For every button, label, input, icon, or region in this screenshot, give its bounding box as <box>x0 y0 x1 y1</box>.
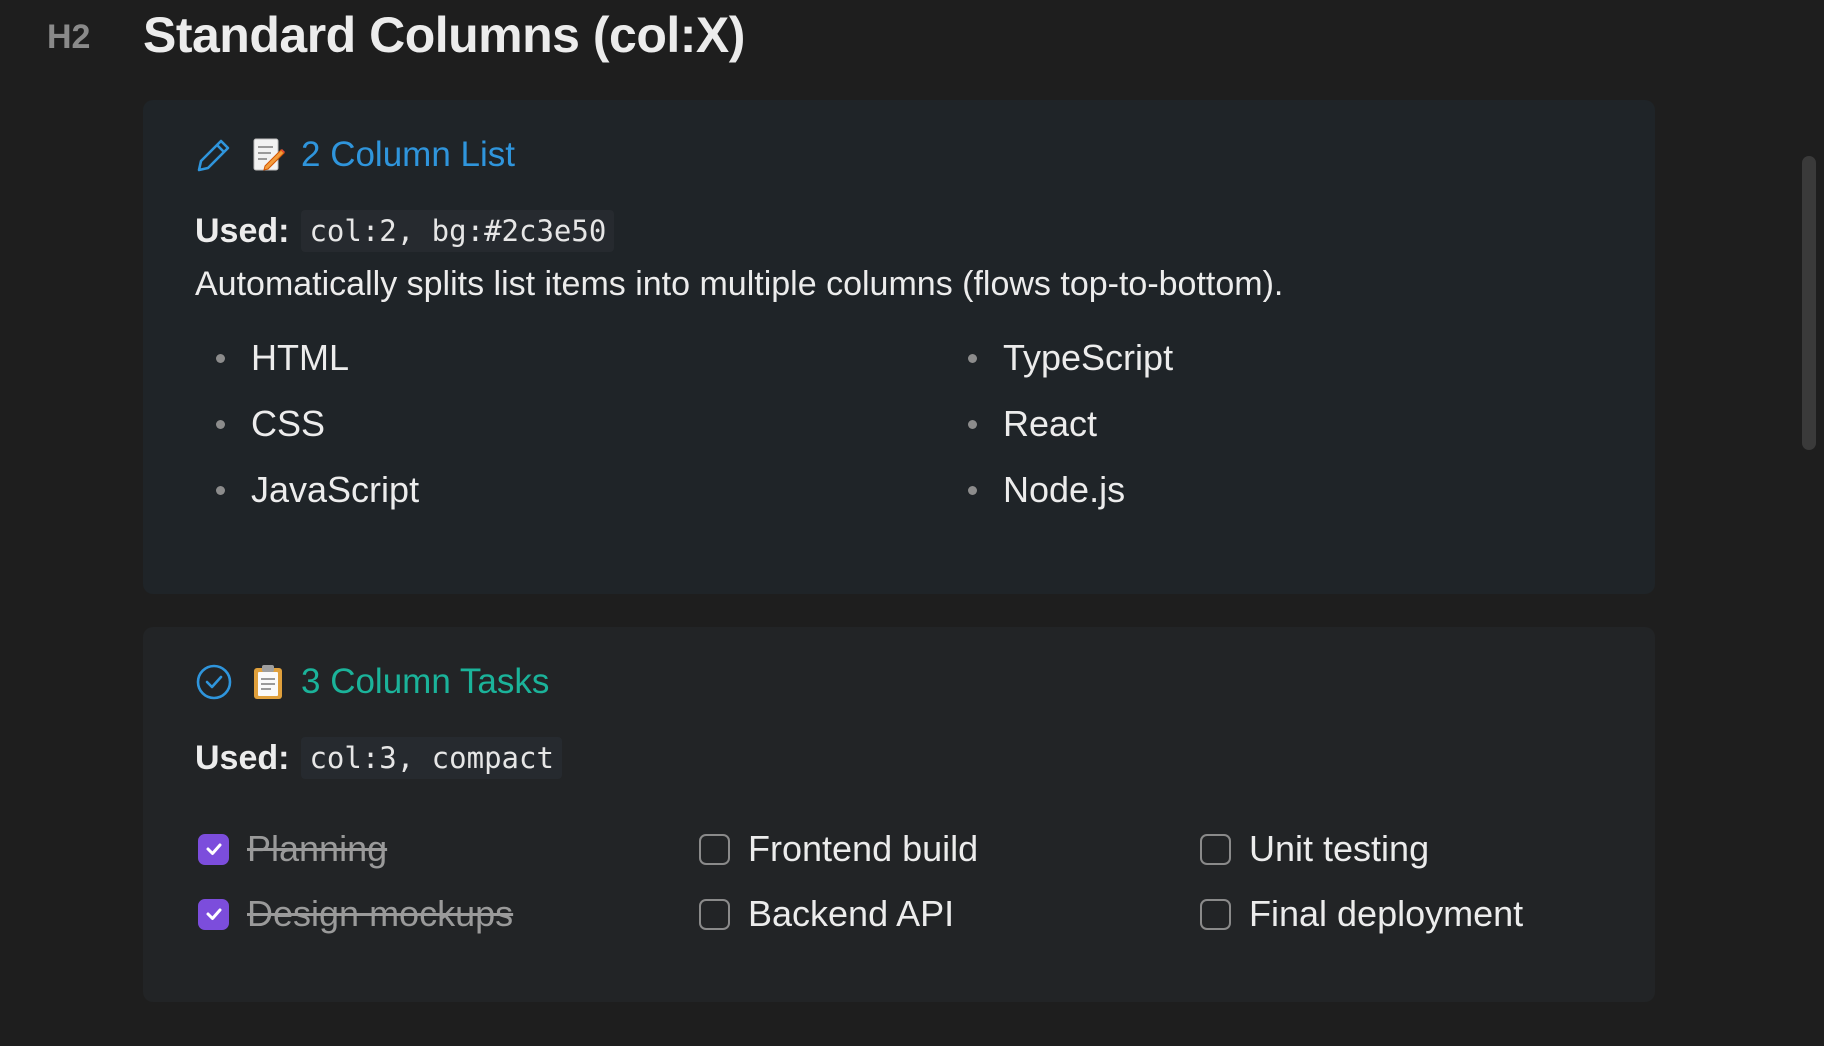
callout-header: 3 Column Tasks <box>195 657 549 707</box>
task-label: Design mockups <box>247 893 514 934</box>
task-item: Unit testing <box>1200 819 1429 879</box>
checkmark-icon <box>206 843 221 855</box>
task-item: Design mockups <box>198 884 513 944</box>
task-label: Final deployment <box>1249 893 1524 934</box>
list-item-label: CSS <box>251 403 326 444</box>
task-checkbox[interactable] <box>699 833 730 865</box>
used-code: col:3, compact <box>301 737 562 779</box>
memo-icon <box>251 136 285 174</box>
list-item-label: HTML <box>251 337 349 378</box>
checkmark-icon <box>206 908 221 920</box>
bullet-icon <box>216 354 225 363</box>
task-label: Frontend build <box>748 828 979 869</box>
used-code: col:2, bg:#2c3e50 <box>301 210 615 252</box>
used-label: Used: <box>195 211 290 250</box>
bullet-icon <box>968 420 977 429</box>
list-item-label: TypeScript <box>1003 337 1174 378</box>
pencil-icon <box>195 136 233 174</box>
heading-row: H2 Standard Columns (col:X) <box>0 0 1700 80</box>
task-checkbox[interactable] <box>198 898 229 930</box>
bullet-icon <box>216 486 225 495</box>
task-checkbox[interactable] <box>699 898 730 930</box>
task-label: Unit testing <box>1249 828 1430 869</box>
list-item-label: Node.js <box>1003 469 1126 510</box>
task-checkbox[interactable] <box>198 833 229 865</box>
task-checkbox[interactable] <box>1200 898 1231 930</box>
task-label: Backend API <box>748 893 955 934</box>
task-item: Planning <box>198 819 387 879</box>
list-item-label: React <box>1003 403 1098 444</box>
bullet-icon <box>216 420 225 429</box>
callout-title: 3 Column Tasks <box>301 662 550 701</box>
list-item: TypeScript <box>947 325 1173 391</box>
list-column-1: HTML CSS JavaScript <box>195 325 419 523</box>
task-item: Frontend build <box>699 819 978 879</box>
list-column-2: TypeScript React Node.js <box>947 325 1173 523</box>
used-label: Used: <box>195 738 290 777</box>
list-item-label: JavaScript <box>251 469 420 510</box>
list-item: React <box>947 391 1173 457</box>
callout-two-column-list: 2 Column List Used: col:2, bg:#2c3e50 Au… <box>143 100 1655 594</box>
page: H2 Standard Columns (col:X) 2 Column Lis… <box>0 0 1824 1046</box>
list-item: Node.js <box>947 457 1173 523</box>
vertical-scrollbar[interactable] <box>1802 156 1816 450</box>
page-title: Standard Columns (col:X) <box>143 7 745 63</box>
callout-title: 2 Column List <box>301 135 515 174</box>
task-item: Final deployment <box>1200 884 1523 944</box>
list-item: CSS <box>195 391 419 457</box>
task-item: Backend API <box>699 884 954 944</box>
task-checkbox[interactable] <box>1200 833 1231 865</box>
list-item: JavaScript <box>195 457 419 523</box>
list-item: HTML <box>195 325 419 391</box>
used-line: Used: col:3, compact <box>195 737 562 779</box>
used-line: Used: col:2, bg:#2c3e50 <box>195 210 615 252</box>
callout-three-column-tasks: 3 Column Tasks Used: col:3, compact Plan… <box>143 627 1655 1002</box>
task-label: Planning <box>247 828 388 869</box>
clipboard-icon <box>251 663 285 701</box>
bullet-icon <box>968 354 977 363</box>
callout-header: 2 Column List <box>195 130 515 180</box>
bullet-icon <box>968 486 977 495</box>
check-circle-icon <box>195 663 233 701</box>
callout-description: Automatically splits list items into mul… <box>195 265 1284 303</box>
heading-level-badge: H2 <box>47 18 91 56</box>
